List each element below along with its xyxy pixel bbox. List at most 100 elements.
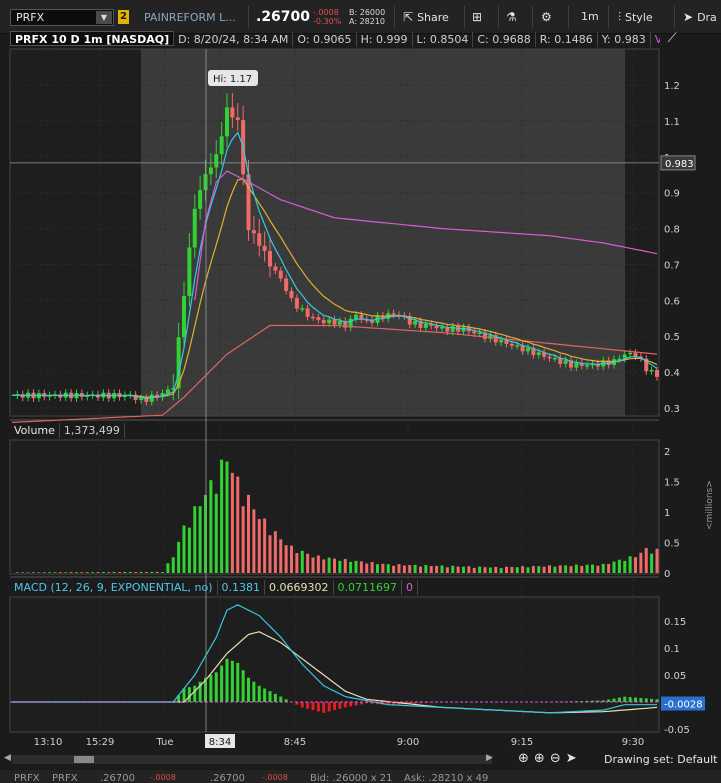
volume-bar: [429, 566, 433, 573]
volume-bar: [198, 506, 202, 573]
volume-bar: [230, 472, 234, 573]
cursor-icon[interactable]: ➤: [566, 751, 577, 766]
macd-histogram-bar: [612, 698, 616, 702]
macd-histogram-bar: [236, 662, 240, 702]
session-shade: [141, 49, 625, 416]
volume-bar: [247, 494, 250, 573]
price-tick-label: 0.5: [664, 332, 680, 343]
volume-bar: [134, 572, 138, 573]
macd-histogram-bar: [644, 698, 648, 702]
volume-bar: [150, 571, 154, 573]
volume-bar: [515, 567, 519, 573]
volume-bar: [241, 506, 245, 573]
volume-bar: [279, 539, 283, 573]
candle-body: [472, 331, 477, 334]
volume-bar: [155, 571, 159, 573]
volume-bar: [204, 494, 207, 573]
candle-body: [165, 389, 170, 394]
volume-tick-label: 1: [664, 508, 670, 519]
price-tick-label: 0.3: [664, 404, 680, 415]
candle-body: [552, 357, 557, 360]
footer-ask: Ask: .28210 x 49: [404, 773, 489, 783]
macd-histogram-bar: [333, 702, 336, 711]
time-tick-label: Tue: [155, 737, 173, 748]
volume-bar: [220, 459, 224, 573]
scroll-left-arrow[interactable]: ◀: [4, 753, 11, 763]
crosshair-icon[interactable]: ⊕: [518, 751, 529, 766]
drawing-set-label[interactable]: Drawing set: Default: [604, 753, 717, 766]
macd-tick-label: 0.05: [664, 671, 686, 682]
volume-bar: [376, 564, 379, 573]
macd-histogram-bar: [343, 702, 347, 708]
macd-histogram-bar: [214, 672, 218, 702]
volume-bar: [456, 566, 460, 573]
price-tick-label: 0.7: [664, 260, 680, 271]
hi-label: Hi: 1.17: [213, 74, 252, 85]
volume-bar: [333, 558, 336, 573]
chart-background: [9, 48, 660, 733]
volume-bar: [37, 572, 41, 573]
zoom-in-icon[interactable]: ⊕: [534, 751, 545, 766]
candle-body: [225, 107, 229, 137]
volume-bar: [435, 565, 439, 573]
volume-bar: [634, 557, 637, 573]
volume-bar: [531, 566, 535, 573]
time-tick-label: 9:30: [622, 737, 644, 748]
macd-label[interactable]: MACD (12, 26, 9, EXPONENTIAL, no): [10, 580, 218, 595]
candle-body: [526, 347, 530, 352]
volume-bar: [101, 572, 105, 573]
volume-bar: [139, 571, 143, 573]
volume-bar: [118, 572, 121, 573]
volume-unit-label: <millions>: [705, 480, 715, 530]
macd-histogram-bar: [316, 702, 320, 712]
scroll-right-arrow[interactable]: ▶: [486, 753, 493, 763]
macd-histogram-bar: [354, 702, 358, 706]
candle-body: [563, 360, 568, 364]
volume-bar: [316, 555, 320, 573]
zoom-out-icon[interactable]: ⊖: [550, 751, 561, 766]
chart-canvas[interactable]: 1.2 1.1 1 0.9 0.8 0.7 0.6 0.5 0.4 0.3 0.983 Hi: 1.1…: [0, 0, 721, 783]
scrollbar-thumb[interactable]: [74, 756, 94, 763]
candle-body: [257, 233, 262, 246]
candle-body: [321, 319, 326, 324]
volume-bar: [580, 565, 584, 573]
volume-bar: [187, 527, 191, 573]
volume-bar: [343, 558, 347, 573]
volume-bar: [80, 572, 84, 573]
time-tick-label: 13:10: [34, 737, 63, 748]
footer-symbol-2[interactable]: PRFX: [52, 773, 78, 783]
time-tick-label: 9:15: [511, 737, 533, 748]
volume-tick-label: 1.5: [664, 478, 680, 489]
candle-body: [311, 316, 315, 319]
candle-body: [574, 362, 579, 368]
volume-bar: [58, 572, 62, 573]
candle-body: [499, 339, 504, 343]
volume-bar: [257, 519, 261, 573]
volume-label[interactable]: Volume: [10, 423, 60, 438]
volume-bar: [359, 561, 363, 573]
volume-bar: [306, 553, 310, 573]
macd-histogram-bar: [279, 696, 283, 702]
volume-bar: [225, 461, 229, 573]
volume-bar: [467, 566, 471, 573]
volume-bar: [161, 572, 164, 573]
volume-header: Volume 1,373,499: [10, 423, 125, 438]
volume-bar: [499, 568, 503, 573]
volume-bar: [381, 563, 385, 573]
macd-histogram-bar: [617, 697, 621, 702]
volume-bar: [42, 572, 46, 573]
macd-histogram-bar: [349, 702, 353, 707]
volume-bar: [483, 567, 487, 573]
volume-bar: [424, 564, 428, 573]
volume-bar: [623, 560, 627, 573]
volume-bar: [182, 525, 186, 573]
candle-body: [289, 291, 294, 298]
candle-body: [278, 270, 283, 279]
candle-body: [214, 154, 219, 168]
volume-bar: [193, 506, 197, 573]
footer-symbol-1[interactable]: PRFX: [14, 773, 40, 783]
macd-histogram-bar: [230, 660, 234, 702]
macd-tick-label: 0.1: [664, 644, 680, 655]
volume-bar: [451, 565, 455, 573]
volume-bar: [639, 552, 643, 573]
